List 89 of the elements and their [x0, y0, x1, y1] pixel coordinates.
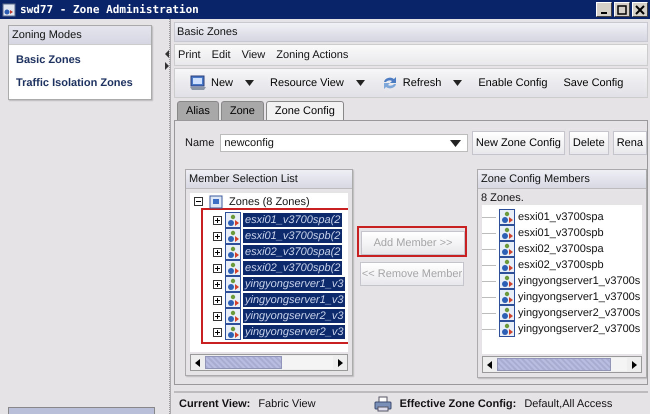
member-count: 8 Zones.	[480, 191, 525, 205]
zone-icon	[499, 241, 515, 257]
expand-icon[interactable]	[213, 264, 222, 272]
minimize-button[interactable]	[596, 2, 612, 17]
dropdown-arrow-icon[interactable]	[356, 80, 365, 86]
tree-item[interactable]: yingyongserver2_v3	[243, 309, 346, 323]
zone-icon	[499, 321, 515, 337]
zone-icon	[225, 292, 241, 308]
name-dropdown[interactable]: newconfig	[220, 134, 468, 152]
expand-icon[interactable]	[213, 296, 222, 304]
window-title: swd77 - Zone Administration	[20, 3, 199, 16]
close-button[interactable]	[632, 2, 648, 17]
menu-item[interactable]: View	[242, 49, 266, 61]
panel-title: Member Selection List	[186, 170, 352, 189]
zone-icon	[225, 308, 241, 324]
sidebar-item[interactable]: Traffic Isolation Zones	[16, 77, 144, 89]
horizontal-scrollbar[interactable]	[482, 356, 642, 373]
zone-icon	[499, 257, 515, 273]
member-item[interactable]: esxi01_v3700spb	[518, 227, 604, 239]
zone-icon	[225, 324, 241, 340]
zone-icon	[225, 212, 241, 228]
member-item[interactable]: esxi02_v3700spb	[518, 259, 604, 271]
tab[interactable]: Zone	[220, 101, 264, 120]
expand-icon[interactable]	[213, 328, 222, 336]
toolbar-button[interactable]: New	[183, 73, 260, 93]
tree-item[interactable]: esxi02_v3700spb(2	[243, 261, 342, 275]
action-button[interactable]: New Zone Config	[472, 131, 565, 155]
tree-item[interactable]: yingyongserver1_v3	[243, 277, 346, 291]
action-button[interactable]: Delete	[568, 131, 609, 155]
status-label: Effective Zone Config:	[400, 398, 516, 410]
menu-item[interactable]: Edit	[212, 49, 231, 61]
member-item[interactable]: yingyongserver2_v3700s	[518, 307, 640, 319]
tab[interactable]: Zone Config	[266, 101, 344, 120]
tab[interactable]: Alias	[177, 101, 219, 120]
zone-icon	[499, 225, 515, 241]
status-label: Current View:	[179, 398, 250, 410]
member-item[interactable]: esxi01_v3700spa	[518, 211, 604, 223]
toolbar-button[interactable]: Resource View	[264, 75, 371, 91]
menu-item[interactable]: Print	[178, 49, 201, 61]
zone-icon	[499, 289, 515, 305]
status-value: Default,All Access	[524, 398, 612, 410]
panel-title: Zoning Modes	[9, 26, 151, 45]
toolbar-button[interactable]: Enable Config	[472, 75, 554, 91]
collapse-icon[interactable]	[194, 197, 203, 206]
toolbar-button[interactable]: Refresh	[374, 73, 468, 93]
scrollbar[interactable]	[8, 407, 155, 414]
zone-icon	[225, 228, 241, 244]
dropdown-arrow-icon[interactable]	[453, 80, 462, 86]
expand-icon[interactable]	[213, 232, 222, 240]
dropdown-arrow-icon[interactable]	[450, 140, 461, 146]
expand-icon[interactable]	[213, 280, 222, 288]
zone-icon	[499, 209, 515, 225]
member-item[interactable]: yingyongserver1_v3700s	[518, 291, 640, 303]
tree-item[interactable]: yingyongserver2_v3	[243, 325, 346, 339]
toolbar-button[interactable]: Save Config	[557, 75, 630, 91]
tree-root-label[interactable]: Zones (8 Zones)	[229, 196, 310, 208]
name-label: Name	[185, 137, 214, 149]
expand-icon[interactable]	[213, 312, 222, 320]
tree-item[interactable]: esxi01_v3700spb(2	[243, 229, 342, 243]
tree-item[interactable]: esxi02_v3700spa(2	[243, 245, 342, 259]
zone-icon	[225, 276, 241, 292]
zone-icon	[499, 273, 515, 289]
panel-title: Zone Config Members	[478, 170, 646, 189]
zone-icon	[225, 260, 241, 276]
member-item[interactable]: yingyongserver1_v3700s	[518, 275, 640, 287]
horizontal-scrollbar[interactable]	[190, 354, 348, 371]
dropdown-arrow-icon[interactable]	[245, 80, 254, 86]
sidebar-item[interactable]: Basic Zones	[16, 54, 144, 66]
printer-icon[interactable]	[374, 396, 392, 412]
tree-item[interactable]: esxi01_v3700spa(2	[243, 213, 342, 227]
monitor-icon	[189, 75, 207, 91]
expand-icon[interactable]	[213, 216, 222, 224]
menu-item[interactable]: Zoning Actions	[276, 49, 348, 61]
action-button[interactable]: Rena	[612, 131, 647, 155]
member-item[interactable]: yingyongserver2_v3700s	[518, 323, 640, 335]
member-item[interactable]: esxi02_v3700spa	[518, 243, 604, 255]
tree-item[interactable]: yingyongserver1_v3	[243, 293, 346, 307]
status-value: Fabric View	[258, 398, 316, 410]
panel-header: Basic Zones	[174, 22, 648, 42]
zone-icon	[499, 305, 515, 321]
expand-icon[interactable]	[213, 248, 222, 256]
zone-icon	[225, 244, 241, 260]
collapse-arrows-icon[interactable]	[163, 49, 169, 71]
maximize-button[interactable]	[614, 2, 630, 17]
maximize-icon	[616, 4, 628, 16]
close-icon	[634, 4, 646, 16]
minimize-icon	[601, 12, 607, 14]
zone-group-icon	[209, 194, 223, 208]
app-icon	[2, 2, 16, 16]
